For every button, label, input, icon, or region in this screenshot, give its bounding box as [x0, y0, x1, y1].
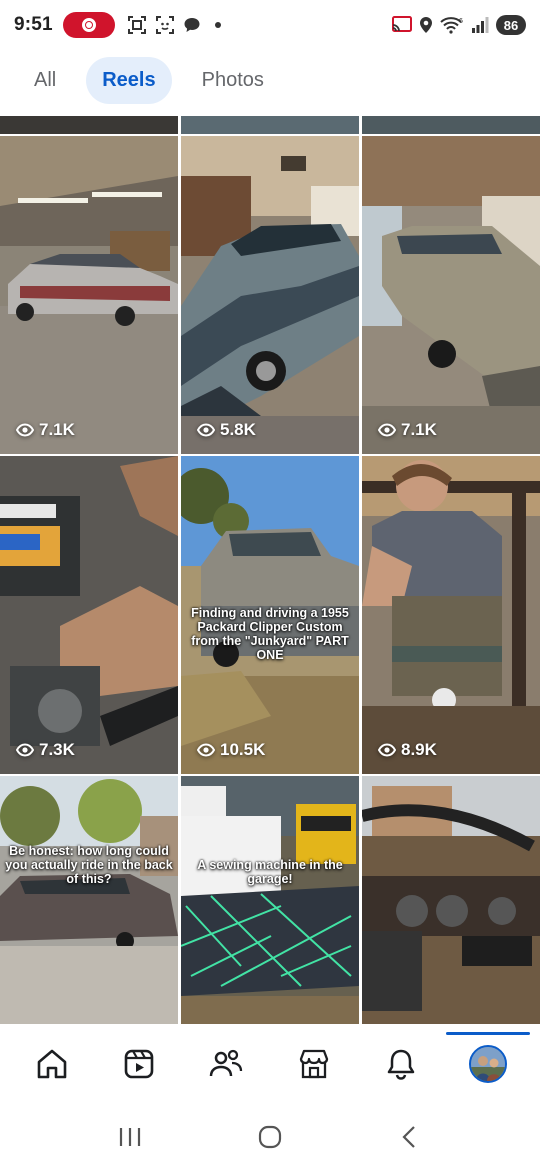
notifications-icon [387, 1049, 415, 1080]
eye-icon [197, 423, 215, 437]
reel-caption: Finding and driving a 1955 Packard Clipp… [191, 606, 349, 662]
reel-image [0, 136, 178, 454]
reel-thumbnail-partial[interactable] [362, 116, 540, 134]
back-button[interactable] [385, 1112, 435, 1162]
view-count: 8.9K [378, 740, 437, 760]
chat-icon [184, 18, 200, 32]
view-count: 5.8K [197, 420, 256, 440]
view-count: 7.1K [16, 420, 75, 440]
friends-icon [210, 1049, 243, 1077]
home-icon [37, 1049, 66, 1079]
screen-record-icon[interactable] [62, 12, 115, 38]
reel-thumbnail[interactable]: A sewing machine in the garage! [181, 776, 359, 1024]
video-icon [124, 1049, 154, 1079]
signal-icon [472, 17, 489, 33]
back-icon [402, 1126, 415, 1148]
reel-thumbnail[interactable]: Be honest: how long could you actually r… [0, 776, 178, 1024]
filter-tabs: All Reels Photos [0, 54, 540, 106]
view-count: 7.3K [16, 740, 75, 760]
eye-icon [197, 743, 215, 757]
reel-image [362, 776, 540, 1024]
recent-apps-button[interactable] [105, 1112, 155, 1162]
eye-icon [16, 423, 34, 437]
reel-thumbnail-partial[interactable] [0, 116, 178, 134]
view-count: 10.5K [197, 740, 265, 760]
reels-grid: 7.1K 5.8K 7.1K 7.3K Finding and driving … [0, 116, 540, 1024]
reel-image [181, 776, 359, 1024]
reel-image [0, 776, 178, 1024]
bottom-navigation [0, 1024, 540, 1104]
reel-thumbnail[interactable]: 7.3K [0, 456, 178, 774]
tab-photos[interactable]: Photos [186, 57, 280, 104]
tab-reels[interactable]: Reels [86, 56, 172, 104]
battery-indicator: 86 [496, 15, 526, 35]
reel-thumbnail[interactable]: 5.8K [181, 136, 359, 454]
face-scan-icon [155, 16, 174, 34]
reel-caption: A sewing machine in the garage! [197, 858, 343, 886]
reel-thumbnail[interactable]: Finding and driving a 1955 Packard Clipp… [181, 456, 359, 774]
reel-image [362, 136, 540, 454]
reel-caption: Be honest: how long could you actually r… [5, 844, 173, 886]
view-count: 7.1K [378, 420, 437, 440]
recent-apps-icon [119, 1128, 141, 1146]
reel-image [0, 456, 178, 774]
status-time: 9:51 [14, 14, 53, 35]
wifi-icon: 6 [440, 17, 463, 34]
nav-video[interactable] [109, 1034, 169, 1094]
system-navigation [0, 1104, 540, 1170]
status-bar: 9:51 6 86 [0, 0, 540, 50]
reel-image [181, 136, 359, 454]
reel-thumbnail[interactable] [362, 776, 540, 1024]
eye-icon [378, 423, 396, 437]
eye-icon [16, 743, 34, 757]
scan-icon [127, 16, 146, 34]
reel-thumbnail-partial[interactable] [181, 116, 359, 134]
nav-profile[interactable] [446, 1032, 531, 1094]
eye-icon [378, 743, 396, 757]
nav-notifications[interactable] [371, 1034, 431, 1094]
profile-avatar [469, 1045, 508, 1083]
location-icon [420, 17, 432, 33]
reel-thumbnail[interactable]: 7.1K [362, 136, 540, 454]
home-button[interactable] [245, 1112, 295, 1162]
nav-friends[interactable] [196, 1034, 256, 1094]
nav-marketplace[interactable] [284, 1034, 344, 1094]
cast-icon [392, 16, 412, 32]
reel-thumbnail[interactable]: 7.1K [0, 136, 178, 454]
svg-text:6: 6 [459, 18, 463, 25]
home-circle-icon [258, 1125, 282, 1149]
reel-image [362, 456, 540, 774]
reel-thumbnail[interactable]: 8.9K [362, 456, 540, 774]
tab-all[interactable]: All [18, 57, 72, 104]
nav-home[interactable] [22, 1034, 82, 1094]
marketplace-icon [299, 1049, 328, 1079]
